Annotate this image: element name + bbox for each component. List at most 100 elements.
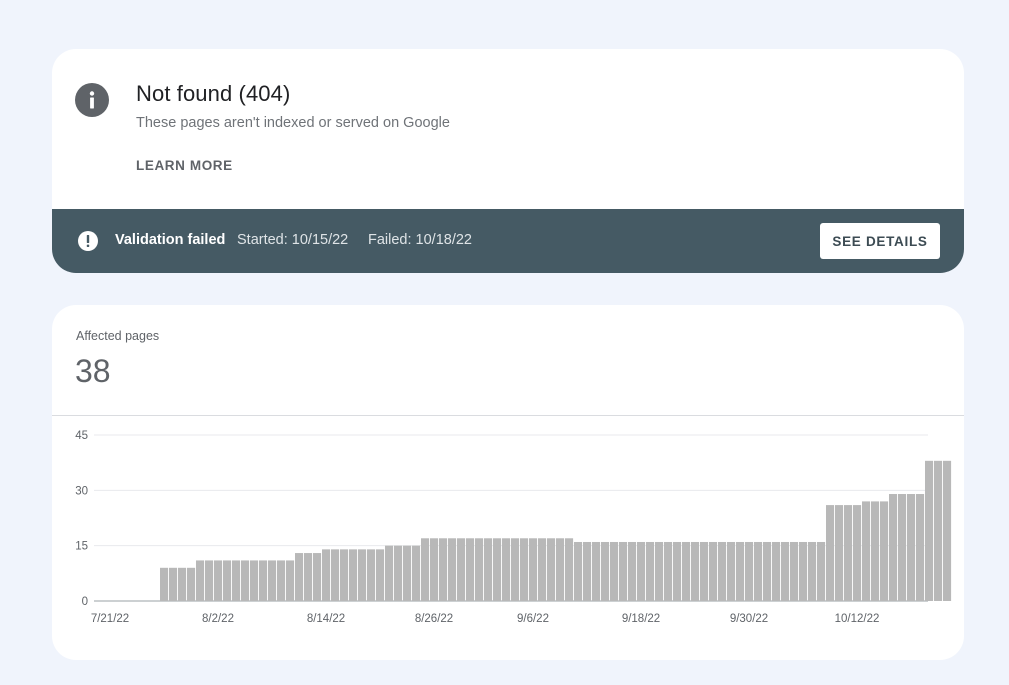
chart-bar[interactable]: [547, 538, 556, 601]
x-tick-label: 9/30/22: [730, 613, 768, 625]
chart-bar[interactable]: [241, 560, 250, 601]
y-tick-label: 15: [75, 541, 88, 553]
chart-bar[interactable]: [664, 541, 673, 601]
chart-bar[interactable]: [178, 567, 187, 601]
chart-bar[interactable]: [709, 541, 718, 601]
info-icon: [75, 83, 109, 117]
chart-bar[interactable]: [700, 541, 709, 601]
chart-bar[interactable]: [232, 560, 241, 601]
x-tick-label: 8/26/22: [415, 613, 453, 625]
chart-bar[interactable]: [448, 538, 457, 601]
chart-bar[interactable]: [745, 541, 754, 601]
chart-bar[interactable]: [880, 501, 889, 601]
chart-bar[interactable]: [520, 538, 529, 601]
chart-bar[interactable]: [916, 494, 925, 601]
learn-more-link[interactable]: LEARN MORE: [136, 158, 233, 173]
chart-bar[interactable]: [295, 553, 304, 601]
chart-bar[interactable]: [160, 567, 169, 601]
chart-bar[interactable]: [358, 549, 367, 601]
chart-bar[interactable]: [421, 538, 430, 601]
chart-bar[interactable]: [736, 541, 745, 601]
chart-bar[interactable]: [718, 541, 727, 601]
x-tick-label: 9/6/22: [517, 613, 549, 625]
chart-bar[interactable]: [934, 460, 943, 601]
chart-bar[interactable]: [682, 541, 691, 601]
chart-bar[interactable]: [763, 541, 772, 601]
chart-bar[interactable]: [772, 541, 781, 601]
chart-bar[interactable]: [862, 501, 871, 601]
chart-bar[interactable]: [754, 541, 763, 601]
chart-bar[interactable]: [799, 541, 808, 601]
chart-bar[interactable]: [484, 538, 493, 601]
chart-bar[interactable]: [250, 560, 259, 601]
chart-bar[interactable]: [583, 541, 592, 601]
chart-bar[interactable]: [601, 541, 610, 601]
chart-bar[interactable]: [259, 560, 268, 601]
chart-bar[interactable]: [907, 494, 916, 601]
chart-bar[interactable]: [412, 545, 421, 601]
chart-bar[interactable]: [835, 505, 844, 601]
x-tick-label: 7/21/22: [91, 613, 129, 625]
chart-bar[interactable]: [493, 538, 502, 601]
x-tick-label: 9/18/22: [622, 613, 660, 625]
chart-bar[interactable]: [808, 541, 817, 601]
chart-card: Affected pages 38 0 15 30 45 7/21/22 8/2/22 8/…: [52, 305, 964, 660]
chart-bar[interactable]: [394, 545, 403, 601]
chart-bar[interactable]: [304, 553, 313, 601]
chart-bar[interactable]: [691, 541, 700, 601]
chart-bar[interactable]: [349, 549, 358, 601]
chart-bar[interactable]: [655, 541, 664, 601]
chart-bar[interactable]: [646, 541, 655, 601]
chart-bar[interactable]: [439, 538, 448, 601]
chart-bar[interactable]: [637, 541, 646, 601]
chart-bar[interactable]: [322, 549, 331, 601]
chart-bar[interactable]: [214, 560, 223, 601]
chart-bar[interactable]: [619, 541, 628, 601]
chart-bar[interactable]: [889, 494, 898, 601]
validation-banner: Validation failed Started: 10/15/22 Fail…: [52, 209, 964, 273]
chart-bar[interactable]: [538, 538, 547, 601]
chart-bar[interactable]: [475, 538, 484, 601]
chart-bar[interactable]: [223, 560, 232, 601]
chart-bar[interactable]: [367, 549, 376, 601]
chart-bar[interactable]: [565, 538, 574, 601]
chart-bar[interactable]: [331, 549, 340, 601]
chart-bar[interactable]: [898, 494, 907, 601]
chart-bar[interactable]: [628, 541, 637, 601]
chart-bar[interactable]: [277, 560, 286, 601]
chart-bar[interactable]: [844, 505, 853, 601]
chart-bar[interactable]: [610, 541, 619, 601]
chart-bar[interactable]: [187, 567, 196, 601]
chart-bar[interactable]: [727, 541, 736, 601]
chart-bar[interactable]: [871, 501, 880, 601]
chart-bar[interactable]: [592, 541, 601, 601]
chart-bar[interactable]: [340, 549, 349, 601]
chart-bar[interactable]: [826, 505, 835, 601]
chart-bar[interactable]: [466, 538, 475, 601]
chart-bar[interactable]: [313, 553, 322, 601]
chart-bar[interactable]: [430, 538, 439, 601]
chart-bar[interactable]: [268, 560, 277, 601]
see-details-button[interactable]: SEE DETAILS: [820, 223, 940, 259]
chart-bar[interactable]: [286, 560, 295, 601]
chart-bar[interactable]: [556, 538, 565, 601]
chart-bar[interactable]: [790, 541, 799, 601]
chart-bar[interactable]: [403, 545, 412, 601]
chart-bar[interactable]: [817, 541, 826, 601]
chart-bar[interactable]: [376, 549, 385, 601]
chart-bar[interactable]: [574, 541, 583, 601]
chart-bar[interactable]: [502, 538, 511, 601]
chart-bar[interactable]: [529, 538, 538, 601]
chart-bar[interactable]: [673, 541, 682, 601]
chart-bar[interactable]: [853, 505, 862, 601]
chart-bar[interactable]: [781, 541, 790, 601]
chart-bar[interactable]: [943, 460, 952, 601]
chart-bar[interactable]: [196, 560, 205, 601]
y-tick-label: 0: [82, 596, 88, 608]
chart-bar[interactable]: [205, 560, 214, 601]
chart-bar[interactable]: [511, 538, 520, 601]
chart-bar[interactable]: [457, 538, 466, 601]
chart-bar[interactable]: [169, 567, 178, 601]
chart-bar[interactable]: [385, 545, 394, 601]
chart-bar[interactable]: [925, 460, 934, 601]
